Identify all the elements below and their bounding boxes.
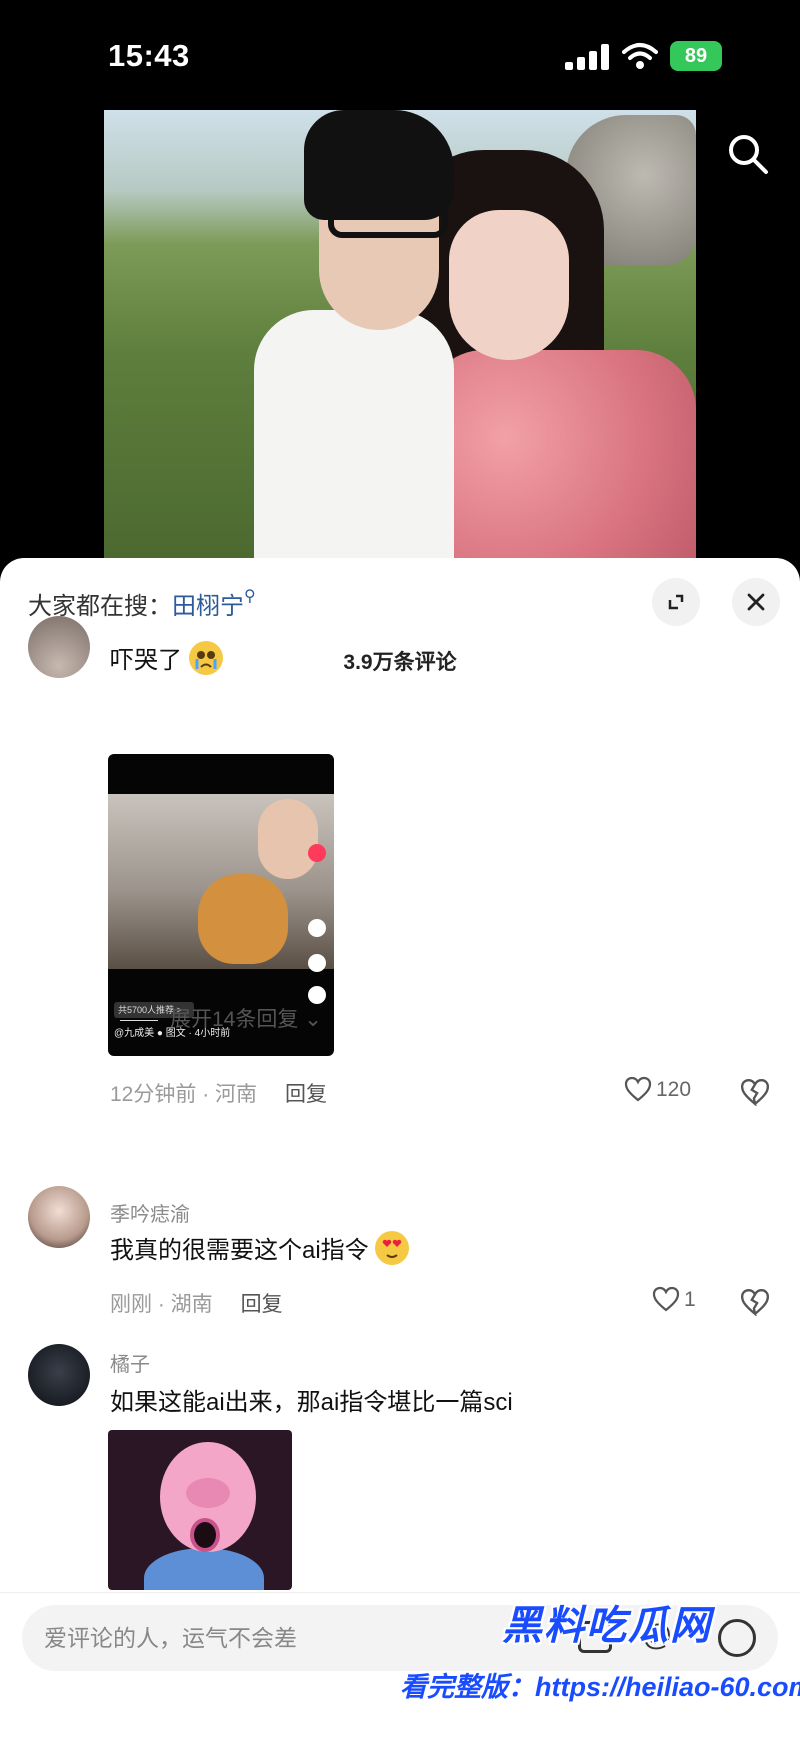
comment-meta: 刚刚 · 湖南 回复 — [110, 1288, 283, 1318]
status-time: 15:43 — [108, 38, 190, 73]
avatar[interactable] — [28, 1344, 90, 1406]
close-icon — [747, 593, 765, 611]
avatar[interactable] — [28, 1186, 90, 1248]
expand-icon — [668, 594, 684, 610]
status-bar: 15:43 89 — [0, 0, 800, 110]
comment-username[interactable]: 季吟痣渝 — [110, 1198, 190, 1227]
comment-sheet: 大家都在搜：田栩宁⚲ 3.9万条评论 吓哭了 共5700人推荐 > @九成美 ●… — [0, 558, 800, 1739]
comment-time-location: 12分钟前 · 河南 — [110, 1083, 258, 1106]
heart-eyes-emoji-icon — [375, 1231, 410, 1265]
expand-sheet-button[interactable] — [652, 578, 700, 626]
dislike-broken-heart-icon[interactable] — [740, 1078, 770, 1106]
post-photo[interactable] — [104, 110, 696, 558]
heart-icon — [624, 1076, 652, 1102]
reply-button[interactable]: 回复 — [241, 1293, 283, 1316]
watermark-url: 看完整版：https://heiliao-60.com — [400, 1672, 800, 1702]
comment-time-location: 刚刚 · 湖南 — [110, 1293, 213, 1316]
comment-text: 吓哭了 — [110, 640, 223, 675]
trending-prefix: 大家都在搜： — [28, 593, 172, 620]
dislike-broken-heart-icon[interactable] — [740, 1288, 770, 1316]
search-icon[interactable] — [724, 130, 772, 178]
like-count: 120 — [656, 1078, 692, 1101]
like-count: 1 — [684, 1288, 696, 1311]
like-button[interactable]: 120 — [624, 1076, 691, 1102]
comment-text: 我真的很需要这个ai指令 — [110, 1230, 410, 1265]
sticker-image[interactable] — [108, 1430, 292, 1590]
crying-emoji-icon — [188, 641, 223, 675]
cellular-signal-icon — [565, 44, 609, 70]
comment-text: 如果这能ai出来，那ai指令堪比一篇sci — [110, 1389, 513, 1416]
heart-icon — [652, 1286, 680, 1312]
trending-keyword[interactable]: 田栩宁 — [172, 593, 244, 620]
like-button[interactable]: 1 — [652, 1286, 696, 1312]
reply-button[interactable]: 回复 — [285, 1083, 327, 1106]
watermark-brand: 黑料吃瓜网 — [502, 1604, 712, 1648]
expand-replies-button[interactable]: 展开14条回复 ⌄ — [120, 1003, 322, 1033]
battery-indicator: 89 — [670, 41, 722, 71]
emoji-icon[interactable] — [718, 1619, 756, 1657]
avatar[interactable] — [28, 616, 90, 678]
comment-meta: 12分钟前 · 河南 回复 — [110, 1078, 327, 1108]
wifi-icon — [622, 43, 658, 69]
search-small-icon: ⚲ — [244, 588, 256, 605]
comment-username[interactable]: 橘子 — [110, 1348, 150, 1377]
close-button[interactable] — [732, 578, 780, 626]
